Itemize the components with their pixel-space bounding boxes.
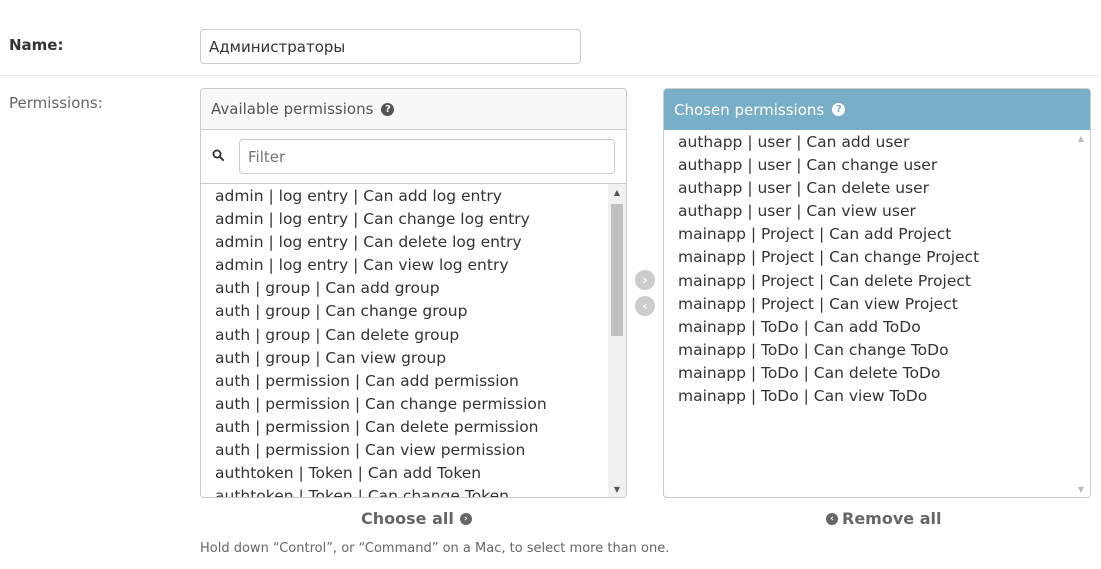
available-permissions-header: Available permissions ? — [201, 89, 626, 130]
help-icon[interactable]: ? — [381, 102, 395, 116]
list-item[interactable]: mainapp | ToDo | Can view ToDo — [664, 385, 1090, 408]
filter-row — [201, 130, 626, 184]
scroll-up-icon[interactable]: ▲ — [608, 184, 626, 200]
help-text: Hold down “Control”, or “Command” on a M… — [200, 541, 670, 556]
chosen-scrollbar[interactable]: ▲ ▼ — [1072, 130, 1090, 497]
arrow-left-circle-icon: ‹ — [826, 512, 838, 525]
list-item[interactable]: mainapp | ToDo | Can add ToDo — [664, 316, 1090, 339]
help-icon[interactable]: ? — [832, 103, 846, 116]
name-input[interactable] — [200, 29, 581, 64]
list-item[interactable]: authtoken | Token | Can change Token — [201, 485, 626, 497]
available-permissions-box: Available permissions ? admin | log entr… — [200, 88, 627, 498]
list-item[interactable]: auth | permission | Can delete permissio… — [201, 416, 626, 439]
list-item[interactable]: authapp | user | Can change user — [664, 154, 1090, 177]
list-item[interactable]: auth | group | Can delete group — [201, 324, 626, 347]
choose-all-link[interactable]: Choose all › — [361, 509, 472, 528]
arrow-right-circle-icon: › — [459, 512, 472, 525]
search-icon — [212, 149, 224, 161]
chosen-permissions-list[interactable]: authapp | user | Can add user authapp | u… — [664, 130, 1090, 497]
list-item[interactable]: auth | group | Can add group — [201, 277, 626, 300]
list-item[interactable]: mainapp | Project | Can add Project — [664, 223, 1090, 246]
cropped-page-title — [0, 0, 260, 6]
available-permissions-list[interactable]: admin | log entry | Can add log entry adm… — [201, 184, 626, 497]
list-item[interactable]: admin | log entry | Can add log entry — [201, 185, 626, 208]
choose-all-label: Choose all — [361, 509, 454, 528]
list-item[interactable]: auth | group | Can view group — [201, 347, 626, 370]
list-item[interactable]: mainapp | Project | Can view Project — [664, 293, 1090, 316]
list-item[interactable]: admin | log entry | Can change log entry — [201, 208, 626, 231]
list-item[interactable]: authapp | user | Can view user — [664, 200, 1090, 223]
chosen-permissions-title: Chosen permissions — [674, 100, 825, 119]
list-item[interactable]: mainapp | ToDo | Can delete ToDo — [664, 362, 1090, 385]
permissions-label: Permissions: — [9, 94, 103, 112]
scroll-down-icon[interactable]: ▼ — [608, 481, 626, 497]
name-label: Name: — [9, 36, 64, 54]
list-item[interactable]: admin | log entry | Can view log entry — [201, 254, 626, 277]
list-item[interactable]: mainapp | ToDo | Can change ToDo — [664, 339, 1090, 362]
scroll-up-icon[interactable]: ▲ — [1072, 130, 1090, 146]
list-item[interactable]: auth | permission | Can view permission — [201, 439, 626, 462]
available-scrollbar[interactable]: ▲ ▼ — [608, 184, 626, 497]
list-item[interactable]: auth | group | Can change group — [201, 300, 626, 323]
list-item[interactable]: auth | permission | Can add permission — [201, 370, 626, 393]
list-item[interactable]: mainapp | Project | Can delete Project — [664, 270, 1090, 293]
list-item[interactable]: admin | log entry | Can delete log entry — [201, 231, 626, 254]
arrow-left-circle-icon[interactable]: ‹ — [635, 296, 655, 316]
available-permissions-title: Available permissions — [211, 100, 374, 118]
list-item[interactable]: authapp | user | Can add user — [664, 131, 1090, 154]
chosen-permissions-header: Chosen permissions ? — [664, 89, 1090, 130]
scroll-thumb[interactable] — [611, 204, 623, 336]
chosen-permissions-box: Chosen permissions ? authapp | user | Ca… — [663, 88, 1091, 498]
list-item[interactable]: authtoken | Token | Can add Token — [201, 462, 626, 485]
arrow-right-circle-icon[interactable]: › — [635, 270, 655, 290]
list-item[interactable]: auth | permission | Can change permissio… — [201, 393, 626, 416]
scroll-down-icon[interactable]: ▼ — [1072, 481, 1090, 497]
remove-all-link[interactable]: ‹ Remove all — [826, 509, 941, 528]
list-item[interactable]: mainapp | Project | Can change Project — [664, 246, 1090, 269]
filter-input[interactable] — [239, 139, 615, 174]
remove-all-label: Remove all — [842, 509, 942, 528]
list-item[interactable]: authapp | user | Can delete user — [664, 177, 1090, 200]
row-divider — [0, 75, 1101, 76]
